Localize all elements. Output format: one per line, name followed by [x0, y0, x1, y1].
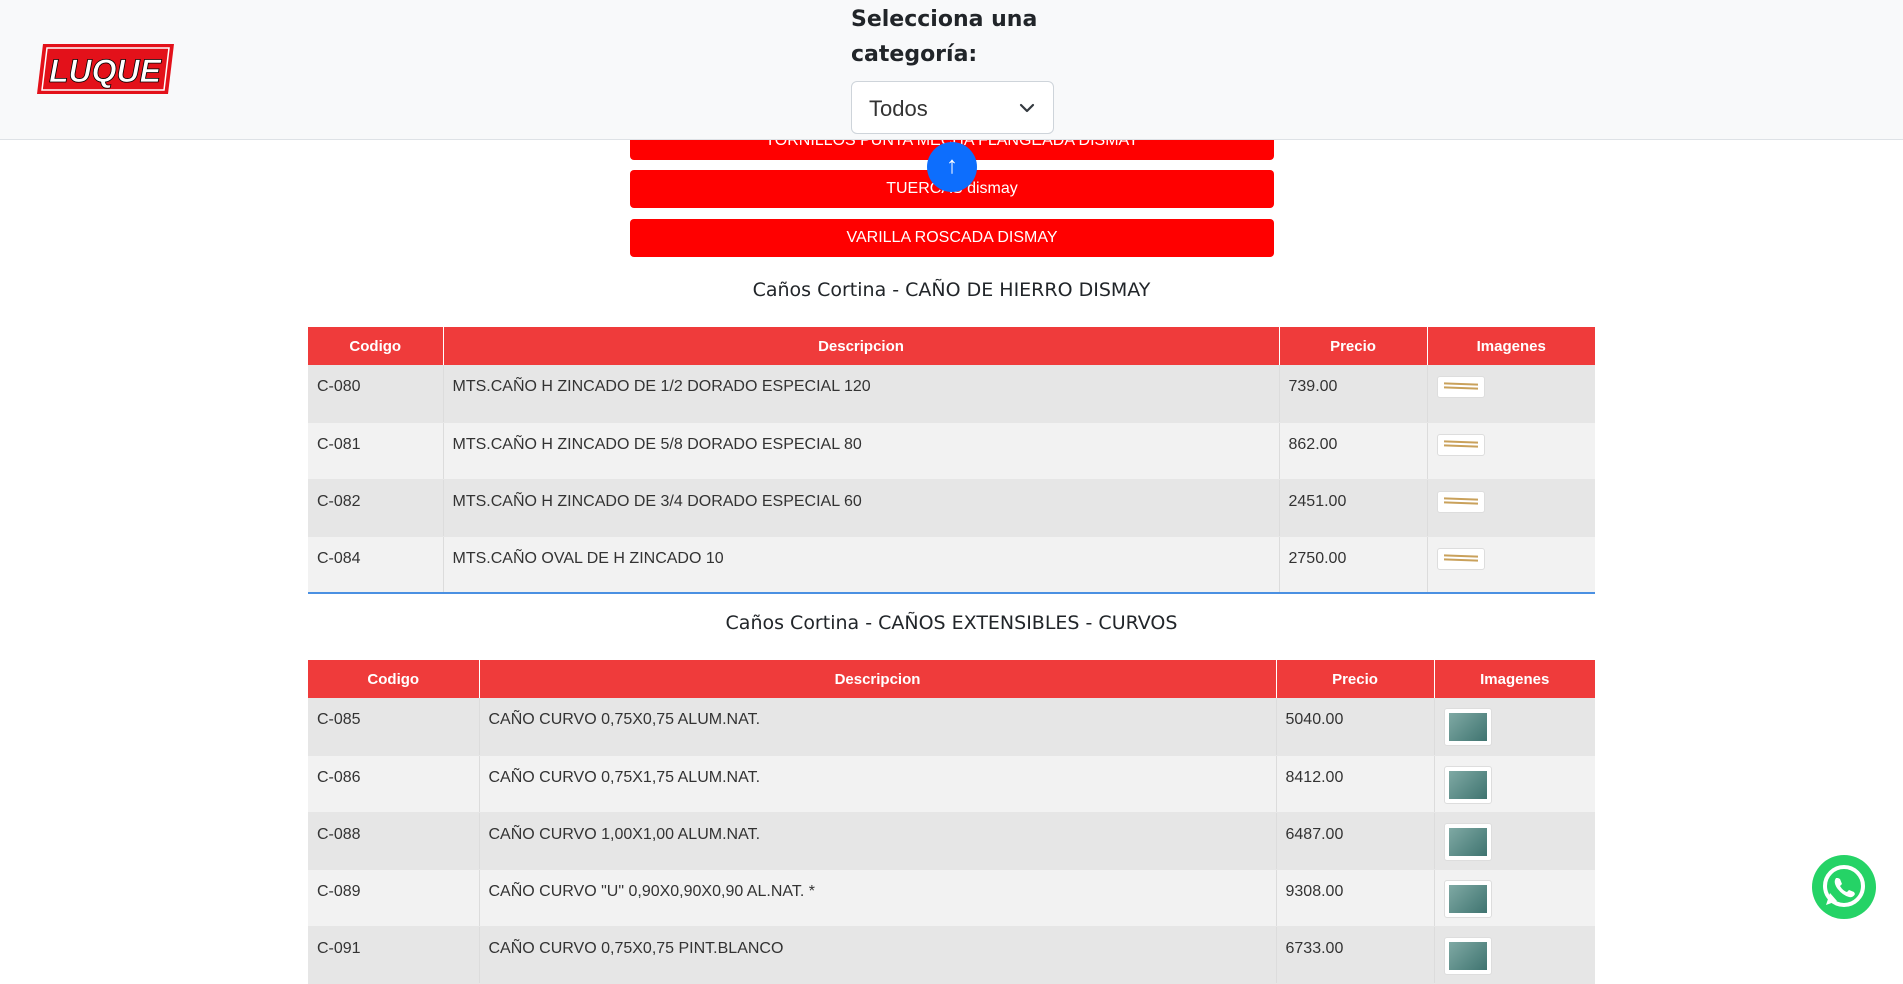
cell-code: C-080: [308, 365, 444, 423]
cell-description: CAÑO CURVO 0,75X0,75 PINT.BLANCO: [479, 926, 1277, 984]
cell-price: 2750.00: [1279, 536, 1428, 594]
product-thumbnail[interactable]: [1436, 547, 1485, 570]
cell-price: 6487.00: [1276, 812, 1435, 870]
cell-code: C-081: [308, 422, 444, 480]
product-thumbnail[interactable]: [1443, 936, 1492, 975]
cell-code: C-085: [308, 698, 480, 756]
svg-text:LUQUE: LUQUE: [49, 53, 163, 89]
product-thumbnail[interactable]: [1443, 765, 1492, 804]
table-row: C-081 MTS.CAÑO H ZINCADO DE 5/8 DORADO E…: [308, 422, 1595, 480]
cell-description: CAÑO CURVO "U" 0,90X0,90X0,90 AL.NAT. *: [479, 869, 1277, 927]
table-row: C-089 CAÑO CURVO "U" 0,90X0,90X0,90 AL.N…: [308, 869, 1595, 927]
arrow-up-icon: ↑: [946, 152, 958, 179]
cell-images: [1427, 536, 1595, 594]
chevron-down-icon: [1019, 103, 1035, 113]
cell-code: C-091: [308, 926, 480, 984]
category-button-varilla[interactable]: VARILLA ROSCADA DISMAY: [630, 219, 1274, 257]
cell-description: MTS.CAÑO OVAL DE H ZINCADO 10: [443, 536, 1280, 594]
cell-price: 2451.00: [1279, 479, 1428, 537]
cell-images: [1427, 422, 1595, 480]
cell-price: 862.00: [1279, 422, 1428, 480]
cell-images: [1427, 365, 1595, 423]
product-thumbnail[interactable]: [1443, 822, 1492, 861]
section-title: Caños Cortina - CAÑOS EXTENSIBLES - CURV…: [725, 612, 1178, 634]
cell-description: MTS.CAÑO H ZINCADO DE 1/2 DORADO ESPECIA…: [443, 365, 1280, 423]
cell-images: [1434, 698, 1595, 756]
column-header-price: Precio: [1279, 327, 1428, 365]
cell-price: 6733.00: [1276, 926, 1435, 984]
cell-images: [1434, 869, 1595, 927]
column-header-description: Descripcion: [479, 660, 1277, 698]
product-thumbnail[interactable]: [1436, 490, 1485, 513]
cell-images: [1434, 926, 1595, 984]
table-row: C-080 MTS.CAÑO H ZINCADO DE 1/2 DORADO E…: [308, 365, 1595, 423]
whatsapp-button[interactable]: [1812, 855, 1876, 919]
product-thumbnail[interactable]: [1436, 433, 1485, 456]
category-select-value: Todos: [869, 96, 928, 121]
cell-code: C-088: [308, 812, 480, 870]
column-header-images: Imagenes: [1434, 660, 1595, 698]
cell-code: C-089: [308, 869, 480, 927]
cell-images: [1434, 755, 1595, 813]
column-header-images: Imagenes: [1427, 327, 1595, 365]
cell-price: 739.00: [1279, 365, 1428, 423]
category-label: Selecciona una categoría:: [851, 7, 1038, 67]
cell-description: CAÑO CURVO 1,00X1,00 ALUM.NAT.: [479, 812, 1277, 870]
category-select[interactable]: Todos: [851, 81, 1054, 134]
top-navbar: LUQUE Selecciona una categoría: Todos: [0, 0, 1903, 140]
cell-description: MTS.CAÑO H ZINCADO DE 3/4 DORADO ESPECIA…: [443, 479, 1280, 537]
scroll-top-button[interactable]: ↑: [927, 142, 977, 192]
product-table: Codigo Descripcion Precio Imagenes C-080…: [308, 327, 1595, 594]
column-header-code: Codigo: [308, 327, 444, 365]
table-row: C-086 CAÑO CURVO 0,75X1,75 ALUM.NAT. 841…: [308, 755, 1595, 813]
cell-price: 5040.00: [1276, 698, 1435, 756]
column-header-code: Codigo: [308, 660, 480, 698]
section-title: Caños Cortina - CAÑO DE HIERRO DISMAY: [752, 279, 1151, 301]
product-thumbnail[interactable]: [1443, 879, 1492, 918]
cell-images: [1427, 479, 1595, 537]
table-row: C-091 CAÑO CURVO 0,75X0,75 PINT.BLANCO 6…: [308, 926, 1595, 984]
cell-code: C-082: [308, 479, 444, 537]
luque-logo[interactable]: LUQUE: [37, 43, 174, 95]
column-header-description: Descripcion: [443, 327, 1280, 365]
cell-description: CAÑO CURVO 0,75X0,75 ALUM.NAT.: [479, 698, 1277, 756]
table-row: C-085 CAÑO CURVO 0,75X0,75 ALUM.NAT. 504…: [308, 698, 1595, 756]
whatsapp-icon: [1823, 865, 1865, 907]
table-row: C-082 MTS.CAÑO H ZINCADO DE 3/4 DORADO E…: [308, 479, 1595, 537]
cell-price: 9308.00: [1276, 869, 1435, 927]
cell-images: [1434, 812, 1595, 870]
cell-description: CAÑO CURVO 0,75X1,75 ALUM.NAT.: [479, 755, 1277, 813]
column-header-price: Precio: [1276, 660, 1435, 698]
product-table: Codigo Descripcion Precio Imagenes C-085…: [308, 660, 1595, 984]
cell-code: C-086: [308, 755, 480, 813]
table-row: C-088 CAÑO CURVO 1,00X1,00 ALUM.NAT. 648…: [308, 812, 1595, 870]
table-row: C-084 MTS.CAÑO OVAL DE H ZINCADO 10 2750…: [308, 536, 1595, 594]
product-thumbnail[interactable]: [1443, 708, 1492, 746]
cell-price: 8412.00: [1276, 755, 1435, 813]
product-thumbnail[interactable]: [1436, 376, 1485, 398]
cell-code: C-084: [308, 536, 444, 594]
cell-description: MTS.CAÑO H ZINCADO DE 5/8 DORADO ESPECIA…: [443, 422, 1280, 480]
